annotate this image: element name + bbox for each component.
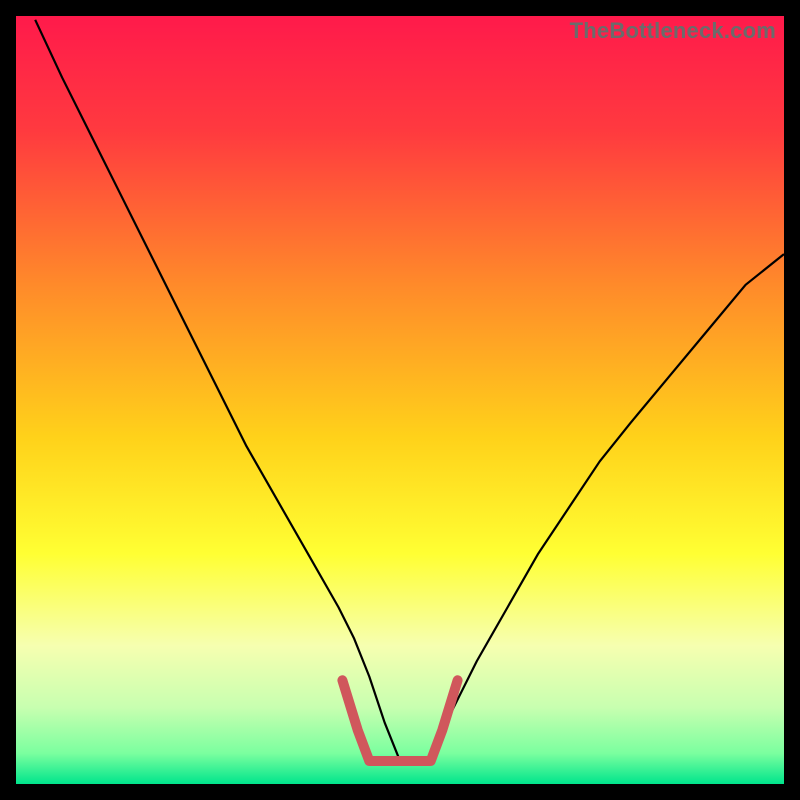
- chart-svg: [16, 16, 784, 784]
- chart-background-gradient: [16, 16, 784, 784]
- chart-frame: TheBottleneck.com: [16, 16, 784, 784]
